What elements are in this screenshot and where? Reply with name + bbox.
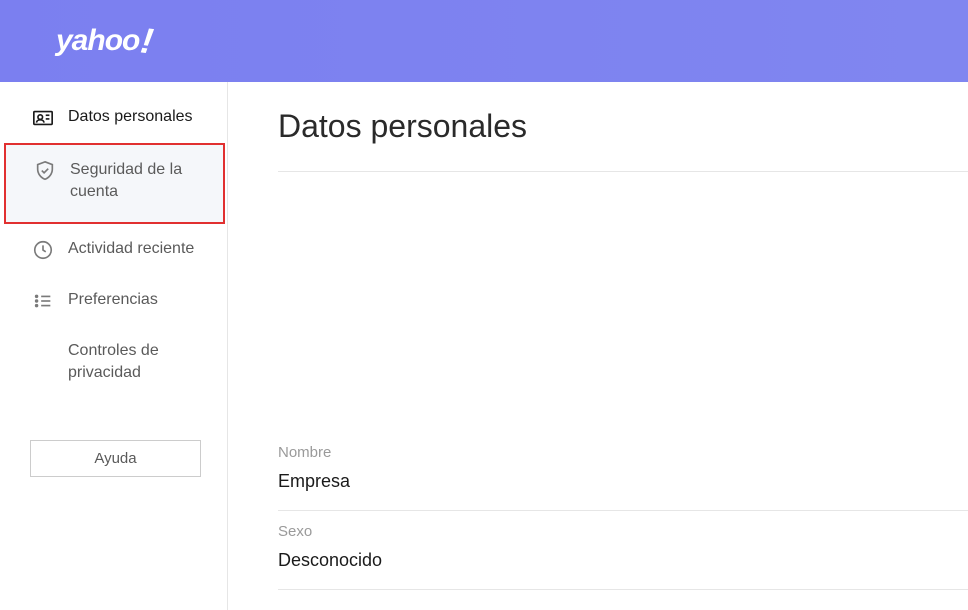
sidebar-item-label: Controles de privacidad bbox=[68, 340, 211, 385]
field-name[interactable]: Nombre Empresa bbox=[278, 432, 968, 511]
clock-icon bbox=[32, 239, 54, 261]
page-title: Datos personales bbox=[278, 108, 968, 172]
shield-check-icon bbox=[34, 160, 56, 182]
sidebar: Datos personales Seguridad de la cuenta … bbox=[0, 82, 228, 610]
sidebar-item-preferences[interactable]: Preferencias bbox=[0, 275, 227, 326]
id-card-icon bbox=[32, 107, 54, 129]
sidebar-item-personal-data[interactable]: Datos personales bbox=[0, 92, 227, 143]
field-value: Empresa bbox=[278, 471, 968, 492]
logo-text: yahoo bbox=[56, 24, 139, 58]
field-label: Nombre bbox=[278, 444, 968, 461]
sidebar-item-label: Actividad reciente bbox=[68, 238, 211, 260]
sidebar-item-label: Datos personales bbox=[68, 106, 211, 128]
sidebar-item-account-security[interactable]: Seguridad de la cuenta bbox=[4, 143, 225, 224]
header: yahoo! bbox=[0, 0, 968, 82]
help-button[interactable]: Ayuda bbox=[30, 440, 201, 477]
help-button-label: Ayuda bbox=[94, 450, 136, 467]
field-value: Desconocido bbox=[278, 550, 968, 571]
logo-exclaim: ! bbox=[138, 19, 155, 62]
field-gender[interactable]: Sexo Desconocido bbox=[278, 511, 968, 590]
content: Datos personales Seguridad de la cuenta … bbox=[0, 82, 968, 610]
sidebar-item-label: Preferencias bbox=[68, 289, 211, 311]
main: Datos personales Nombre Empresa Sexo Des… bbox=[228, 82, 968, 610]
fields: Nombre Empresa Sexo Desconocido bbox=[278, 432, 968, 590]
yahoo-logo[interactable]: yahoo! bbox=[56, 20, 152, 62]
sidebar-item-label: Seguridad de la cuenta bbox=[70, 159, 207, 204]
sidebar-item-privacy-controls[interactable]: Controles de privacidad bbox=[0, 326, 227, 399]
list-icon bbox=[32, 290, 54, 312]
sidebar-item-recent-activity[interactable]: Actividad reciente bbox=[0, 224, 227, 275]
field-label: Sexo bbox=[278, 523, 968, 540]
